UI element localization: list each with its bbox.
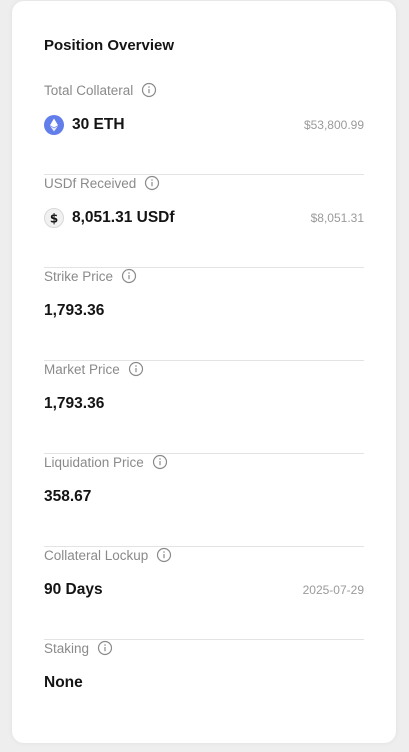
- usdf-received-label: USDf Received: [44, 175, 137, 191]
- staking-label: Staking: [44, 640, 90, 656]
- liquidation-price-section: Liquidation Price 358.67: [44, 453, 364, 547]
- strike-price-value-row: 1,793.36: [44, 299, 364, 323]
- market-price-label-row: Market Price: [44, 360, 144, 378]
- total-collateral-label: Total Collateral: [44, 82, 134, 98]
- info-icon[interactable]: [121, 268, 137, 284]
- card-title: Position Overview: [44, 37, 175, 54]
- total-collateral-value-row: 30 ETH $53,800.99: [44, 113, 364, 137]
- liquidation-price-value: 358.67: [44, 488, 92, 505]
- usdf-received-label-row: USDf Received: [44, 174, 160, 192]
- usdf-icon: $: [44, 208, 64, 228]
- ethereum-icon: [44, 115, 64, 135]
- market-price-value-row: 1,793.36: [44, 392, 364, 416]
- total-collateral-value: 30 ETH: [72, 116, 125, 133]
- collateral-lockup-label: Collateral Lockup: [44, 547, 149, 563]
- collateral-lockup-date: 2025-07-29: [302, 583, 364, 597]
- svg-text:$: $: [50, 212, 58, 226]
- market-price-value: 1,793.36: [44, 395, 105, 412]
- strike-price-label: Strike Price: [44, 268, 114, 284]
- info-icon[interactable]: [141, 82, 157, 98]
- info-icon[interactable]: [144, 175, 160, 191]
- info-icon[interactable]: [152, 454, 168, 470]
- position-overview-card: Position Overview Total Collateral 30 ET…: [12, 1, 396, 743]
- liquidation-price-label: Liquidation Price: [44, 454, 144, 470]
- collateral-lockup-label-row: Collateral Lockup: [44, 546, 172, 564]
- strike-price-section: Strike Price 1,793.36: [44, 267, 364, 361]
- usdf-received-usd-value: $8,051.31: [310, 211, 364, 225]
- market-price-label: Market Price: [44, 361, 120, 377]
- collateral-lockup-value-row: 90 Days 2025-07-29: [44, 578, 364, 602]
- collateral-lockup-section: Collateral Lockup 90 Days 2025-07-29: [44, 546, 364, 640]
- usdf-received-value-row: $ 8,051.31 USDf $8,051.31: [44, 206, 364, 230]
- liquidation-price-value-row: 358.67: [44, 485, 364, 509]
- info-icon[interactable]: [128, 361, 144, 377]
- total-collateral-usd-value: $53,800.99: [303, 118, 364, 132]
- staking-section: Staking None: [44, 639, 364, 732]
- total-collateral-section: Total Collateral 30 ETH $53,800.99: [44, 81, 364, 175]
- market-price-section: Market Price 1,793.36: [44, 360, 364, 454]
- usdf-received-section: USDf Received $ 8,051.31 USDf $8,051.31: [44, 174, 364, 268]
- info-icon[interactable]: [156, 547, 172, 563]
- staking-label-row: Staking: [44, 639, 113, 657]
- staking-value: None: [44, 674, 83, 691]
- liquidation-price-label-row: Liquidation Price: [44, 453, 168, 471]
- usdf-received-value: 8,051.31 USDf: [72, 209, 175, 226]
- staking-value-row: None: [44, 671, 364, 695]
- collateral-lockup-value: 90 Days: [44, 581, 103, 598]
- total-collateral-label-row: Total Collateral: [44, 81, 157, 99]
- strike-price-label-row: Strike Price: [44, 267, 137, 285]
- strike-price-value: 1,793.36: [44, 302, 105, 319]
- info-icon[interactable]: [97, 640, 113, 656]
